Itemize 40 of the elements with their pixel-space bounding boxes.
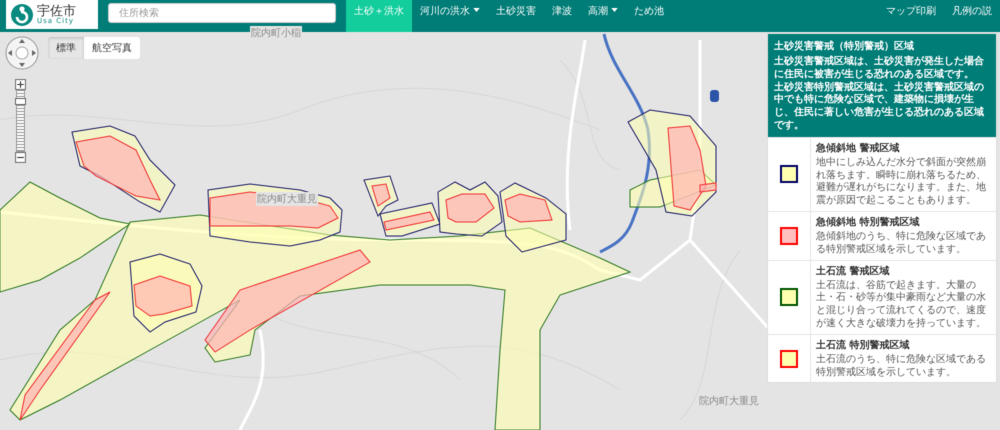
base-map-toggle[interactable]: 航空写真 (84, 37, 140, 59)
special-warning-zone[interactable] (371, 183, 391, 207)
place-label: 院内町小稲 (250, 26, 302, 40)
nav-tab[interactable]: 高潮 (580, 0, 626, 32)
legend-item-title: 土石流 特別警戒区域 (816, 338, 910, 352)
base-map-toggle[interactable]: 標準 (48, 37, 84, 59)
legend-item-title: 急傾斜地 特別警戒区域 (816, 216, 920, 229)
steep-slope-zone[interactable] (499, 182, 566, 253)
nav-tab[interactable]: 津波 (544, 0, 580, 32)
debris-flow-zone[interactable] (9, 214, 632, 430)
special-warning-zone[interactable] (383, 211, 435, 231)
zoom-out-icon[interactable] (15, 152, 26, 163)
legend-item-description: 急傾斜地のうち、特に危険な区域である特別警戒区域を示しています。 (816, 230, 987, 257)
debris-flow-zone[interactable] (0, 181, 132, 293)
place-label: 院内町大重見 (256, 192, 318, 206)
place-label: 院内町大重見 (698, 394, 760, 408)
legend-title: 土砂災害警戒（特別警戒）区域 (774, 39, 915, 53)
nav-tab[interactable]: 土砂災害 (488, 0, 544, 32)
steep-slope-zone[interactable] (379, 202, 441, 236)
steep-slope-zone[interactable] (437, 181, 503, 237)
zoom-in-icon[interactable] (15, 79, 26, 90)
address-search-field[interactable]: 住所検索 (108, 3, 336, 23)
steep-slope-zone[interactable] (363, 175, 399, 217)
pan-control-icon[interactable] (5, 36, 39, 70)
legend-description: 土砂災害警戒区域は、土砂災害が発生した場合に住民に被害が生じる恐れのある区域です。 (774, 56, 985, 81)
city-emblem-icon (10, 2, 34, 26)
pond-shape (710, 90, 719, 102)
legend-item-title: 土石流 警戒区域 (816, 264, 890, 278)
legend-item-title: 急傾斜地 警戒区域 (816, 142, 900, 155)
nav-tab[interactable]: ため池 (626, 0, 672, 32)
legend-description: 土砂災害特別警戒区域は、土砂災害警戒区域の中でも特に危険な区域で、建築物に損壊が生じ、住民に著しい危害が生じる恐れのある区域です。 (774, 82, 985, 133)
city-name: 宇佐市 (37, 4, 76, 18)
steep-slope-zone[interactable] (71, 125, 176, 213)
nav-link[interactable]: 凡例の説 (944, 0, 1000, 32)
legend-item-description: 土石流は、谷筋で起きます。大量の土・石・砂等が集中豪雨など大量の水と混じり合って流れてくるので、速度が速く大きな破壊力を持っています。 (816, 280, 987, 331)
legend-item-description: 地中にしみ込んだ水分で斜面が突然崩れ落ちます。瞬時に崩れ落ちるため、避難が遅れがちになります。また、地震が原因で起こることもあります。 (816, 156, 987, 208)
zoom-slider-handle[interactable] (15, 98, 26, 106)
nav-link[interactable]: マップ印刷 (878, 0, 944, 32)
legend-item-description: 土石流のうち、特に危険な区域である特別警戒区域を示しています。 (816, 354, 987, 380)
nav-tab[interactable]: 河川の洪水 (412, 0, 488, 32)
